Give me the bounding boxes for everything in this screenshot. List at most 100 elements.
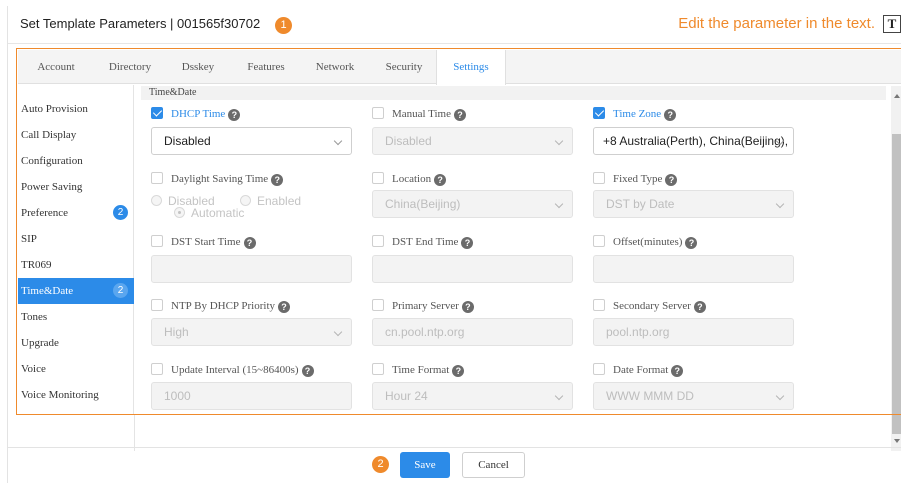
- time-format-value: Hour 24: [385, 389, 428, 403]
- secondary-server-input: pool.ntp.org: [593, 318, 794, 346]
- help-icon[interactable]: ?: [665, 174, 678, 186]
- sidebar-bottom-spacer: [18, 415, 135, 451]
- fixed-type-checkbox[interactable]: [593, 172, 605, 184]
- sidebar-item-label: Auto Provision: [21, 103, 88, 115]
- preference-count-badge: 2: [113, 205, 128, 220]
- sidebar-item-label: Preference: [21, 207, 69, 219]
- ntp-priority-value: High: [164, 325, 189, 339]
- sidebar-item-sip[interactable]: SIP: [18, 226, 134, 252]
- time-zone-select[interactable]: +8 Australia(Perth), China(Beijing),: [593, 127, 794, 155]
- help-icon[interactable]: ?: [271, 174, 284, 186]
- sidebar-item-voice-monitoring[interactable]: Voice Monitoring: [18, 382, 134, 408]
- dialog-title: Set Template Parameters | 001565f30702: [20, 16, 261, 31]
- sidebar-item-upgrade[interactable]: Upgrade: [18, 330, 134, 356]
- help-icon[interactable]: ?: [301, 365, 314, 377]
- help-icon[interactable]: ?: [461, 301, 474, 313]
- time-zone-value: +8 Australia(Perth), China(Beijing),: [603, 134, 789, 148]
- secondary-server-row: Secondary Server?: [593, 299, 706, 313]
- ntp-priority-checkbox[interactable]: [151, 299, 163, 311]
- primary-server-checkbox[interactable]: [372, 299, 384, 311]
- sidebar-item-voice[interactable]: Voice: [18, 356, 134, 382]
- help-icon[interactable]: ?: [228, 109, 241, 121]
- sidebar-item-preference[interactable]: Preference 2: [18, 200, 134, 226]
- tab-settings[interactable]: Settings: [436, 50, 506, 85]
- help-icon[interactable]: ?: [461, 237, 474, 249]
- ntp-priority-row: NTP By DHCP Priority?: [151, 299, 291, 313]
- help-icon[interactable]: ?: [693, 301, 706, 313]
- time-zone-checkbox[interactable]: [593, 107, 605, 119]
- settings-sidebar: Auto Provision Call Display Configuratio…: [18, 85, 134, 415]
- help-icon[interactable]: ?: [685, 237, 698, 249]
- sidebar-item-label: Time&Date: [21, 285, 74, 297]
- update-interval-label: Update Interval (15~86400s): [171, 364, 299, 376]
- location-select: China(Beijing): [372, 190, 573, 218]
- sidebar-item-tones[interactable]: Tones: [18, 304, 134, 330]
- location-row: Location?: [372, 172, 447, 186]
- dst-end-checkbox[interactable]: [372, 235, 384, 247]
- edit-hint-text: Edit the parameter in the text.: [678, 15, 875, 32]
- secondary-server-label: Secondary Server: [613, 300, 691, 312]
- text-mode-icon[interactable]: T: [883, 15, 901, 33]
- help-icon[interactable]: ?: [671, 365, 684, 377]
- help-icon[interactable]: ?: [243, 237, 256, 249]
- offset-checkbox[interactable]: [593, 235, 605, 247]
- daylight-saving-row: Daylight Saving Time?: [151, 172, 284, 186]
- chevron-down-icon: [554, 136, 564, 146]
- dst-start-checkbox[interactable]: [151, 235, 163, 247]
- help-icon[interactable]: ?: [434, 174, 447, 186]
- date-format-row: Date Format?: [593, 363, 684, 377]
- scroll-down-icon[interactable]: [894, 439, 900, 443]
- dst-enabled-option: Enabled: [240, 194, 301, 208]
- primary-server-value: cn.pool.ntp.org: [385, 325, 465, 339]
- scroll-up-icon[interactable]: [894, 94, 900, 98]
- tab-directory[interactable]: Directory: [98, 50, 162, 84]
- secondary-server-checkbox[interactable]: [593, 299, 605, 311]
- cancel-button[interactable]: Cancel: [462, 452, 525, 478]
- help-icon[interactable]: ?: [278, 301, 291, 313]
- sidebar-item-auto-provision[interactable]: Auto Provision: [18, 96, 134, 122]
- dhcp-time-row: DHCP Time?: [151, 107, 241, 121]
- tab-features[interactable]: Features: [236, 50, 296, 84]
- tab-account[interactable]: Account: [22, 50, 90, 84]
- sidebar-item-power-saving[interactable]: Power Saving: [18, 174, 134, 200]
- chevron-down-icon: [775, 199, 785, 209]
- step-1-badge: 1: [275, 17, 292, 34]
- location-value: China(Beijing): [385, 197, 461, 211]
- sidebar-item-label: Configuration: [21, 155, 83, 167]
- dhcp-time-checkbox[interactable]: [151, 107, 163, 119]
- content-scrollbar[interactable]: [891, 86, 901, 451]
- help-icon[interactable]: ?: [452, 365, 465, 377]
- chevron-down-icon: [333, 327, 343, 337]
- save-button[interactable]: Save: [400, 452, 450, 478]
- time-format-checkbox[interactable]: [372, 363, 384, 375]
- tab-security[interactable]: Security: [374, 50, 434, 84]
- sidebar-item-configuration[interactable]: Configuration: [18, 148, 134, 174]
- location-checkbox[interactable]: [372, 172, 384, 184]
- help-icon[interactable]: ?: [664, 109, 677, 121]
- step-2-badge: 2: [372, 456, 389, 473]
- dst-automatic-label: Automatic: [191, 206, 245, 220]
- offset-input: [593, 255, 794, 283]
- tab-network[interactable]: Network: [304, 50, 366, 84]
- sidebar-item-call-display[interactable]: Call Display: [18, 122, 134, 148]
- chevron-down-icon: [333, 136, 343, 146]
- location-label: Location: [392, 173, 432, 185]
- chevron-down-icon: [775, 391, 785, 401]
- offset-row: Offset(minutes)?: [593, 235, 698, 249]
- dhcp-time-select[interactable]: Disabled: [151, 127, 352, 155]
- chevron-down-icon: [554, 199, 564, 209]
- fixed-type-select: DST by Date: [593, 190, 794, 218]
- tab-dsskey[interactable]: Dsskey: [170, 50, 226, 84]
- fixed-type-value: DST by Date: [606, 197, 675, 211]
- daylight-saving-checkbox[interactable]: [151, 172, 163, 184]
- manual-time-checkbox[interactable]: [372, 107, 384, 119]
- update-interval-checkbox[interactable]: [151, 363, 163, 375]
- dst-automatic-option: Automatic: [174, 206, 244, 220]
- help-icon[interactable]: ?: [453, 109, 466, 121]
- sidebar-item-tr069[interactable]: TR069: [18, 252, 134, 278]
- time-format-select: Hour 24: [372, 382, 573, 410]
- update-interval-row: Update Interval (15~86400s)?: [151, 363, 314, 377]
- scrollbar-thumb[interactable]: [892, 134, 901, 434]
- date-format-checkbox[interactable]: [593, 363, 605, 375]
- sidebar-item-time-date[interactable]: Time&Date 2: [18, 278, 134, 304]
